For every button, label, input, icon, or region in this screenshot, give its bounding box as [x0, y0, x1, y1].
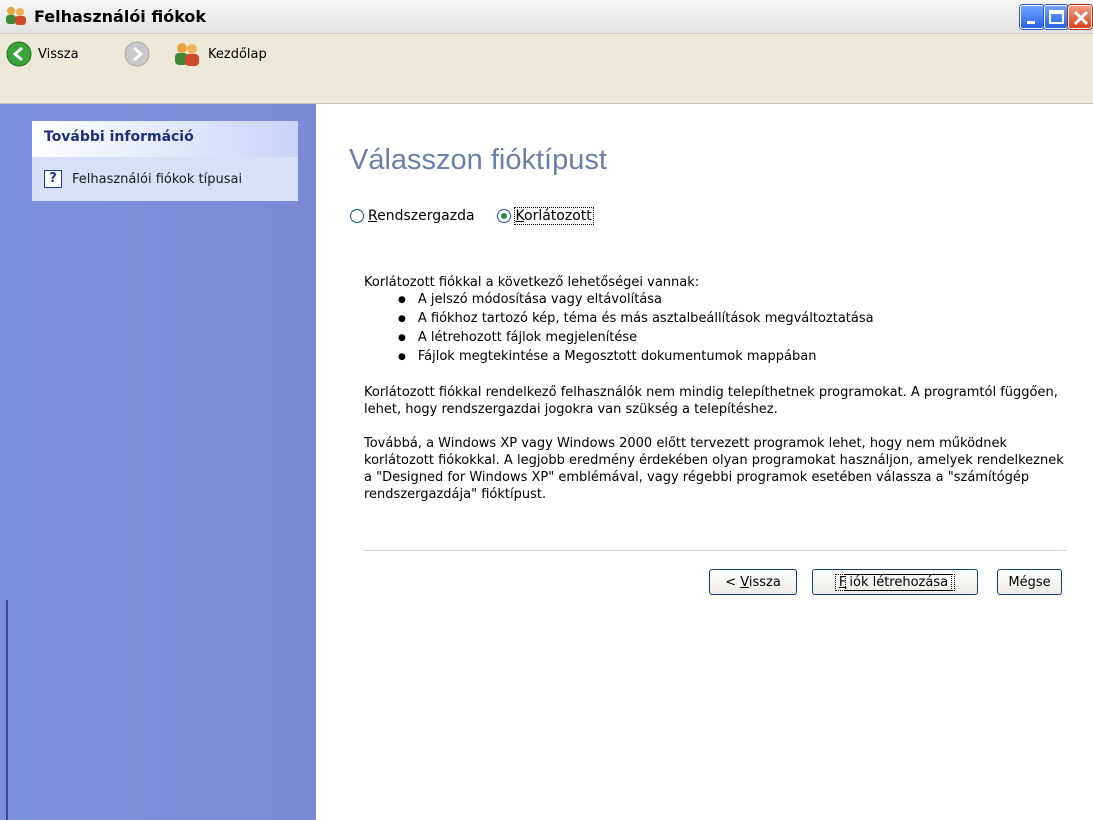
list-item: A létrehozott fájlok megjelenítése [398, 329, 1064, 348]
radio-limited[interactable]: Korlátozott [496, 207, 594, 225]
navigation-toolbar: Vissza Kezdőlap [0, 34, 1093, 104]
list-item: Fájlok megtekintése a Megosztott dokumen… [398, 348, 1064, 367]
forward-arrow-icon [124, 41, 150, 67]
account-type-description: Korlátozott fiókkal a következő lehetősé… [364, 274, 1064, 503]
install-note: Korlátozott fiókkal rendelkező felhaszná… [364, 385, 1058, 417]
radio-administrator[interactable]: Rendszergazda [350, 208, 475, 224]
radio-administrator-label: Rendszergazda [368, 208, 475, 224]
help-icon: ? [44, 170, 62, 188]
window-edge-line [6, 600, 8, 820]
radio-limited-label: Korlátozott [513, 207, 594, 225]
capabilities-list: A jelszó módosítása vagy eltávolítása A … [398, 291, 1064, 367]
divider [364, 550, 1066, 551]
create-account-button[interactable]: Fiók létrehozása [812, 569, 978, 595]
list-item: A fiókhoz tartozó kép, téma és más aszta… [398, 310, 1064, 329]
maximize-icon [1049, 10, 1064, 24]
home-users-icon [175, 43, 199, 66]
forward-nav-button[interactable] [124, 39, 150, 69]
close-button[interactable] [1068, 5, 1092, 29]
page-title: Válasszon fióktípust [349, 144, 607, 176]
home-nav-label: Kezdőlap [208, 46, 267, 62]
more-info-box: További információ ? Felhasználói fiókok… [32, 121, 298, 201]
cancel-button[interactable]: Mégse [997, 569, 1062, 595]
description-intro: Korlátozott fiókkal a következő lehetősé… [364, 275, 700, 290]
back-arrow-icon [6, 41, 32, 67]
back-nav-label: Vissza [38, 46, 79, 62]
account-type-radio-group: Rendszergazda Korlátozott [350, 207, 615, 225]
back-nav-button[interactable]: Vissza [6, 39, 79, 69]
radio-administrator-circle[interactable] [350, 209, 364, 223]
minimize-button[interactable] [1020, 5, 1044, 29]
user-accounts-icon [4, 6, 28, 26]
maximize-button[interactable] [1044, 5, 1068, 29]
back-button-label: < Vissza [725, 574, 781, 590]
account-types-link-label: Felhasználói fiókok típusai [72, 171, 243, 187]
back-button[interactable]: < Vissza [709, 569, 797, 595]
title-bar: Felhasználói fiókok [0, 0, 1093, 34]
minimize-icon [1027, 21, 1035, 24]
window-title: Felhasználói fiókok [34, 7, 207, 26]
cancel-button-label: Mégse [1008, 574, 1051, 590]
user-accounts-window: Felhasználói fiókok Vissza Kezdőlap Tová… [0, 0, 1093, 820]
create-account-button-label: Fiók létrehozása [834, 573, 956, 591]
more-info-title: További információ [32, 121, 298, 157]
main-content: Válasszon fióktípust Rendszergazda Korlá… [316, 104, 1093, 820]
list-item: A jelszó módosítása vagy eltávolítása [398, 291, 1064, 310]
radio-limited-circle[interactable] [496, 209, 511, 223]
task-pane: További információ ? Felhasználói fiókok… [0, 104, 316, 820]
close-icon [1073, 10, 1089, 26]
compatibility-note: Továbbá, a Windows XP vagy Windows 2000 … [364, 436, 1064, 502]
home-nav-button[interactable]: Kezdőlap [172, 39, 267, 69]
account-types-link[interactable]: ? Felhasználói fiókok típusai [32, 157, 298, 201]
